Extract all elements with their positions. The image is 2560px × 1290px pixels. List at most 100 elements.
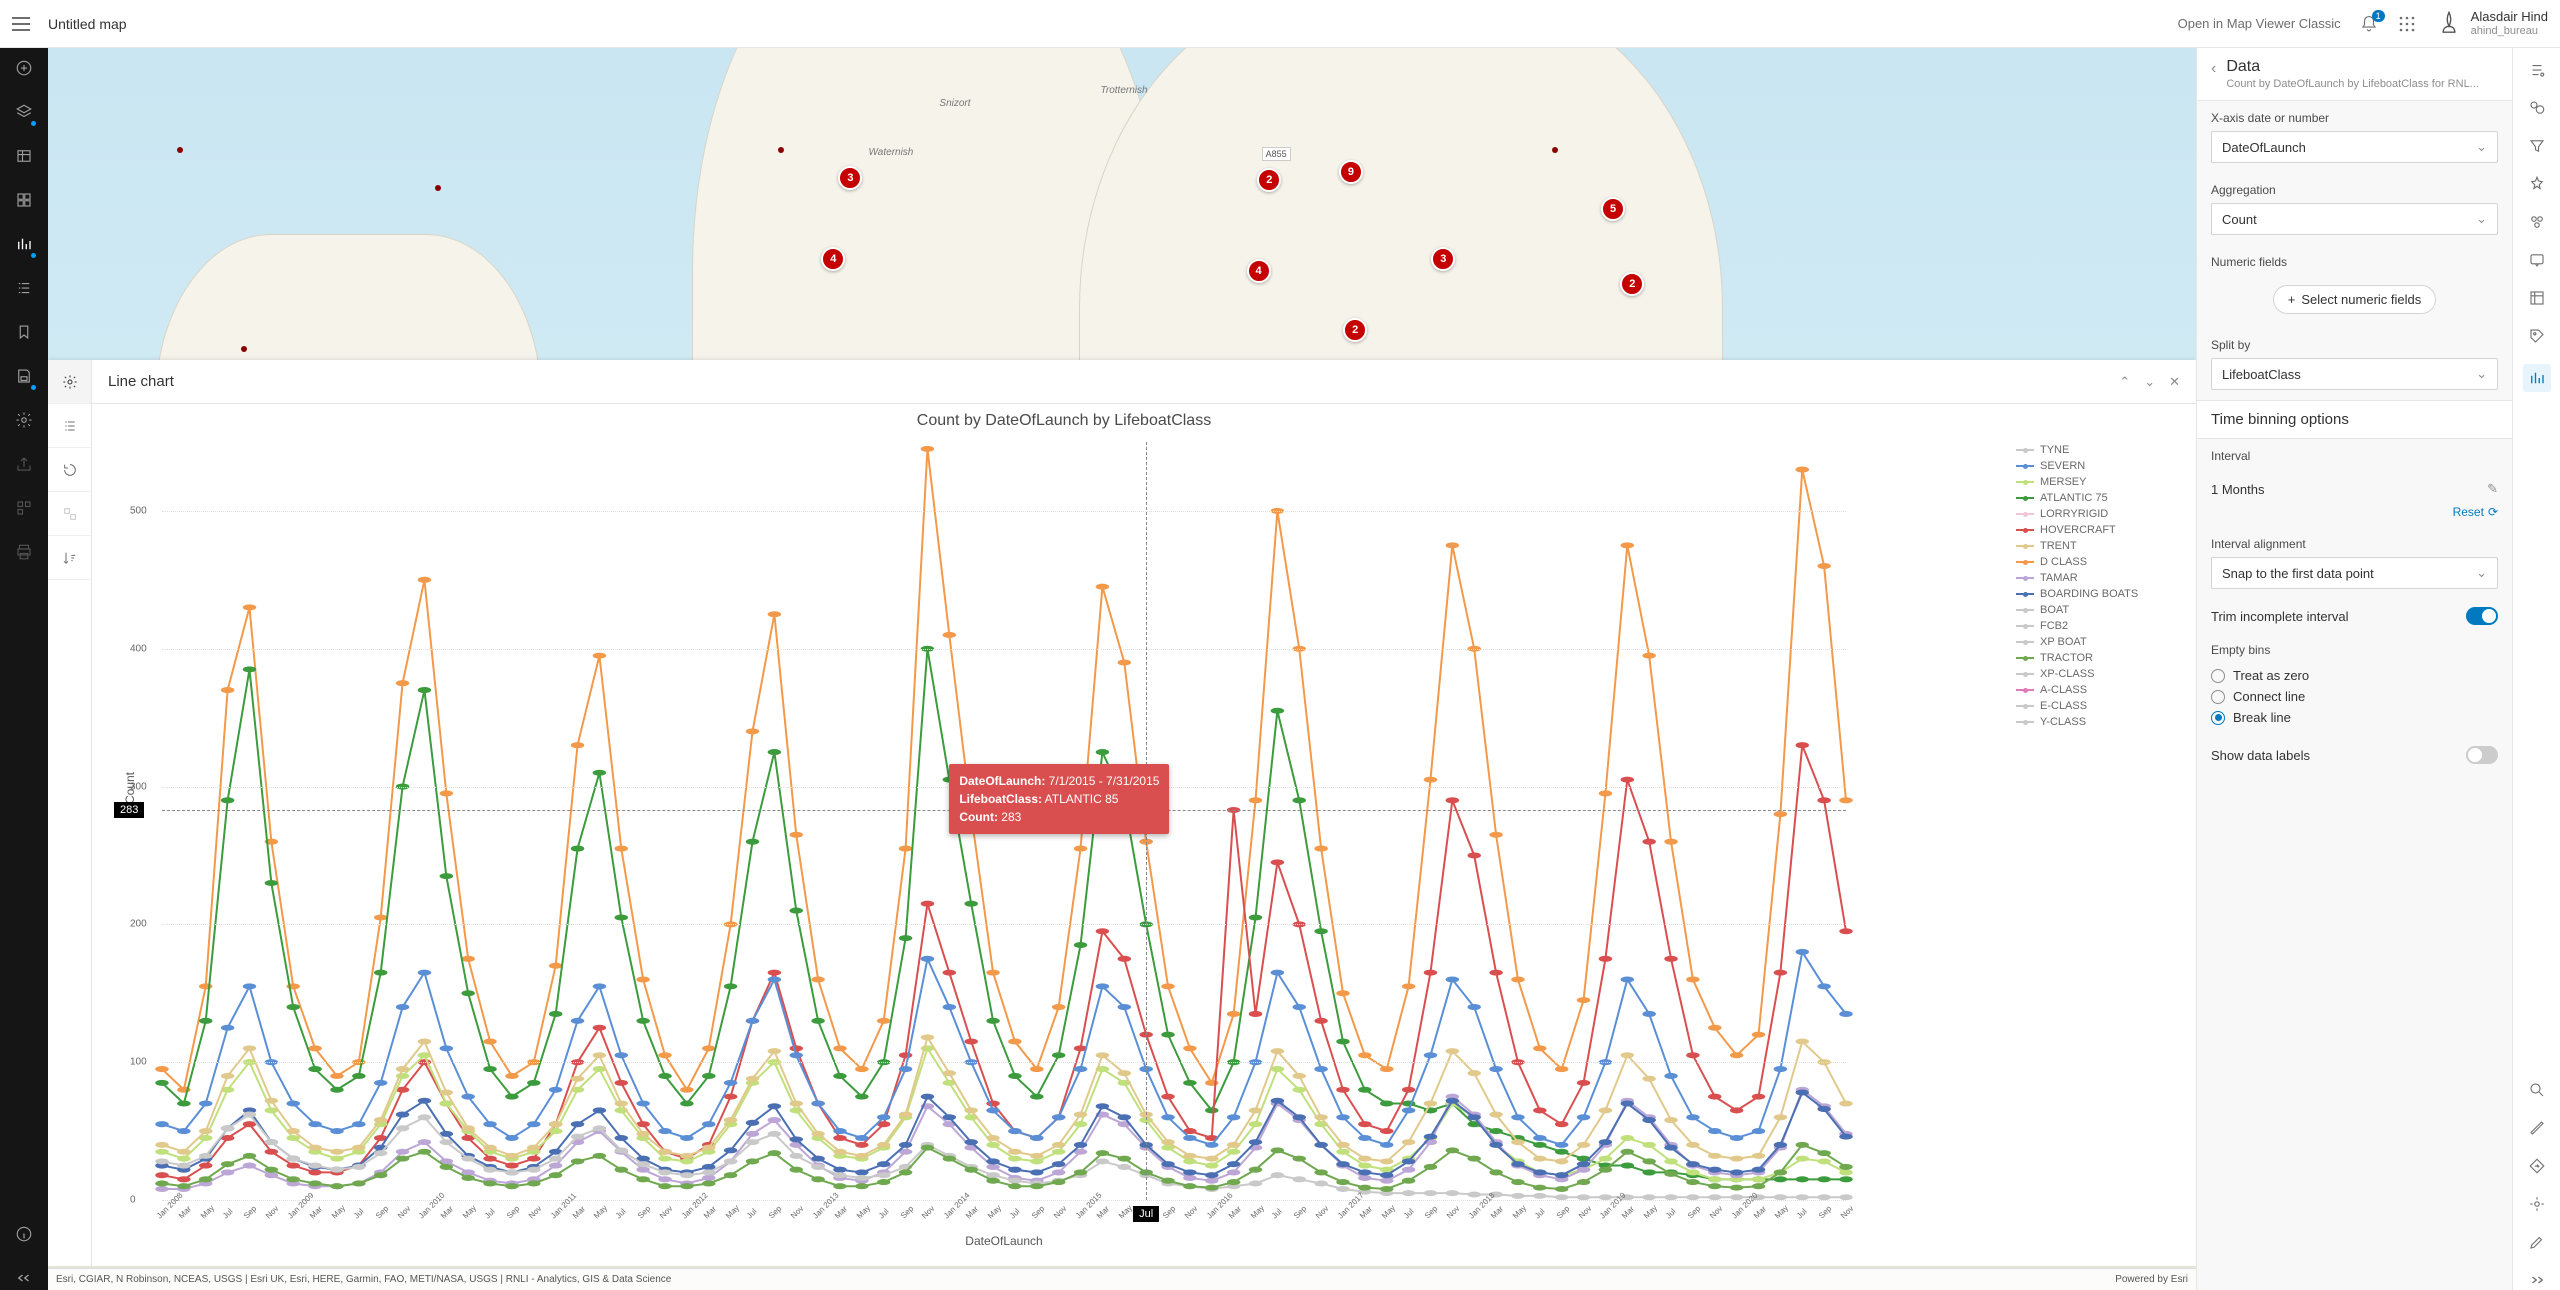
x-tick: Sep xyxy=(1555,1204,1571,1220)
trim-incomplete-toggle[interactable] xyxy=(2466,607,2498,625)
legend-item[interactable]: E-CLASS xyxy=(2016,698,2176,714)
basemap-button[interactable] xyxy=(12,188,36,212)
map-canvas[interactable]: 34322294235561493334522323SnizortTrotter… xyxy=(48,48,2196,1290)
open-classic-link[interactable]: Open in Map Viewer Classic xyxy=(2178,16,2341,31)
select-numeric-fields-button[interactable]: +Select numeric fields xyxy=(2273,285,2437,314)
layers-button[interactable] xyxy=(12,100,36,124)
filter-tool[interactable] xyxy=(2527,136,2547,156)
map-point[interactable] xyxy=(435,185,441,191)
x-tick: Mar xyxy=(964,1204,980,1220)
search-tool[interactable] xyxy=(2527,1080,2547,1100)
collapse-button[interactable] xyxy=(12,1266,36,1290)
expand-tool[interactable] xyxy=(2527,1270,2547,1290)
add-layer-button[interactable] xyxy=(12,56,36,80)
legend-item[interactable]: HOVERCRAFT xyxy=(2016,522,2176,538)
empty-bins-option[interactable]: Break line xyxy=(2211,707,2498,728)
map-cluster[interactable]: 9 xyxy=(1339,160,1363,184)
location-tool[interactable] xyxy=(2527,1194,2547,1214)
right-toolbar xyxy=(2512,48,2560,1290)
measure-tool[interactable] xyxy=(2527,1118,2547,1138)
x-tick: Mar xyxy=(439,1204,455,1220)
chart-settings-button[interactable] xyxy=(48,360,91,404)
x-tick: May xyxy=(592,1203,609,1220)
legend-item[interactable]: BOAT xyxy=(2016,602,2176,618)
legend-item[interactable]: XP-CLASS xyxy=(2016,666,2176,682)
map-cluster[interactable]: 2 xyxy=(1343,318,1367,342)
legend-item[interactable]: TRENT xyxy=(2016,538,2176,554)
legend-item[interactable]: SEVERN xyxy=(2016,458,2176,474)
labels-tool[interactable] xyxy=(2527,326,2547,346)
xaxis-select[interactable]: DateOfLaunch⌄ xyxy=(2211,131,2498,163)
chart-collapse-down-button[interactable]: ⌄ xyxy=(2144,374,2155,390)
legend-button[interactable] xyxy=(12,276,36,300)
x-tick: May xyxy=(1117,1203,1134,1220)
print-button[interactable] xyxy=(12,540,36,564)
chart-close-button[interactable]: ✕ xyxy=(2169,374,2180,390)
user-menu[interactable]: Alasdair Hind ahind_bureau xyxy=(2435,9,2548,38)
empty-bins-option[interactable]: Treat as zero xyxy=(2211,665,2498,686)
map-cluster[interactable]: 4 xyxy=(821,247,845,271)
chart-sort-button[interactable] xyxy=(48,536,91,580)
chart-legend-button[interactable] xyxy=(48,404,91,448)
save-button[interactable] xyxy=(12,364,36,388)
chart-legend: TYNESEVERNMERSEYATLANTIC 75LORRYRIGIDHOV… xyxy=(2016,412,2176,1258)
legend-item[interactable]: D CLASS xyxy=(2016,554,2176,570)
legend-item[interactable]: A-CLASS xyxy=(2016,682,2176,698)
styles-tool[interactable] xyxy=(2527,98,2547,118)
map-properties-button[interactable] xyxy=(12,408,36,432)
split-by-label: Split by xyxy=(2211,338,2498,352)
chart-rotate-button[interactable] xyxy=(48,448,91,492)
legend-item[interactable]: FCB2 xyxy=(2016,618,2176,634)
x-tick: Jul xyxy=(1270,1207,1284,1221)
map-cluster[interactable]: 5 xyxy=(1601,197,1625,221)
map-title: Untitled map xyxy=(48,16,127,32)
menu-button[interactable] xyxy=(12,17,30,31)
popup-tool[interactable] xyxy=(2527,250,2547,270)
edit-interval-button[interactable]: ✎ xyxy=(2487,481,2498,497)
effects-tool[interactable] xyxy=(2527,174,2547,194)
legend-item[interactable]: TAMAR xyxy=(2016,570,2176,586)
legend-item[interactable]: MERSEY xyxy=(2016,474,2176,490)
charts-button[interactable] xyxy=(12,232,36,256)
x-tick: Nov xyxy=(1839,1204,1855,1220)
x-tick: Jul xyxy=(1664,1207,1678,1221)
legend-item[interactable]: XP BOAT xyxy=(2016,634,2176,650)
map-point[interactable] xyxy=(177,147,183,153)
numeric-fields-label: Numeric fields xyxy=(2211,255,2498,269)
map-cluster[interactable]: 4 xyxy=(1247,259,1271,283)
cluster-tool[interactable] xyxy=(2527,212,2547,232)
interval-alignment-select[interactable]: Snap to the first data point⌄ xyxy=(2211,557,2498,589)
chart-plot-area[interactable]: Count DateOfLaunch 0100200300400500Jan 2… xyxy=(162,442,1846,1200)
tables-button[interactable] xyxy=(12,144,36,168)
legend-item[interactable]: Y-CLASS xyxy=(2016,714,2176,730)
map-cluster[interactable]: 2 xyxy=(1620,272,1644,296)
bookmarks-button[interactable] xyxy=(12,320,36,344)
legend-item[interactable]: ATLANTIC 75 xyxy=(2016,490,2176,506)
x-tick: Mar xyxy=(308,1204,324,1220)
notifications-button[interactable]: 1 xyxy=(2359,14,2379,34)
info-button[interactable] xyxy=(12,1222,36,1246)
legend-item[interactable]: TRACTOR xyxy=(2016,650,2176,666)
share-button[interactable] xyxy=(12,452,36,476)
reset-button[interactable]: Reset ⟳ xyxy=(2197,505,2512,527)
directions-tool[interactable] xyxy=(2527,1156,2547,1176)
y-tick: 400 xyxy=(130,643,147,654)
map-point[interactable] xyxy=(1552,147,1558,153)
configure-chart-tool[interactable] xyxy=(2523,364,2551,392)
empty-bins-option[interactable]: Connect line xyxy=(2211,686,2498,707)
legend-item[interactable]: TYNE xyxy=(2016,442,2176,458)
properties-tool[interactable] xyxy=(2527,60,2547,80)
fields-tool[interactable] xyxy=(2527,288,2547,308)
map-cluster[interactable]: 3 xyxy=(1431,247,1455,271)
panel-back-button[interactable]: ‹ xyxy=(2211,58,2216,90)
aggregation-select[interactable]: Count⌄ xyxy=(2211,203,2498,235)
chart-collapse-up-button[interactable]: ⌃ xyxy=(2119,374,2130,390)
x-tick: May xyxy=(1380,1203,1397,1220)
legend-item[interactable]: LORRYRIGID xyxy=(2016,506,2176,522)
show-data-labels-toggle[interactable] xyxy=(2466,746,2498,764)
app-launcher-button[interactable] xyxy=(2397,14,2417,34)
legend-item[interactable]: BOARDING BOATS xyxy=(2016,586,2176,602)
sketch-tool[interactable] xyxy=(2527,1232,2547,1252)
widgets-button[interactable] xyxy=(12,496,36,520)
split-by-select[interactable]: LifeboatClass⌄ xyxy=(2211,358,2498,390)
